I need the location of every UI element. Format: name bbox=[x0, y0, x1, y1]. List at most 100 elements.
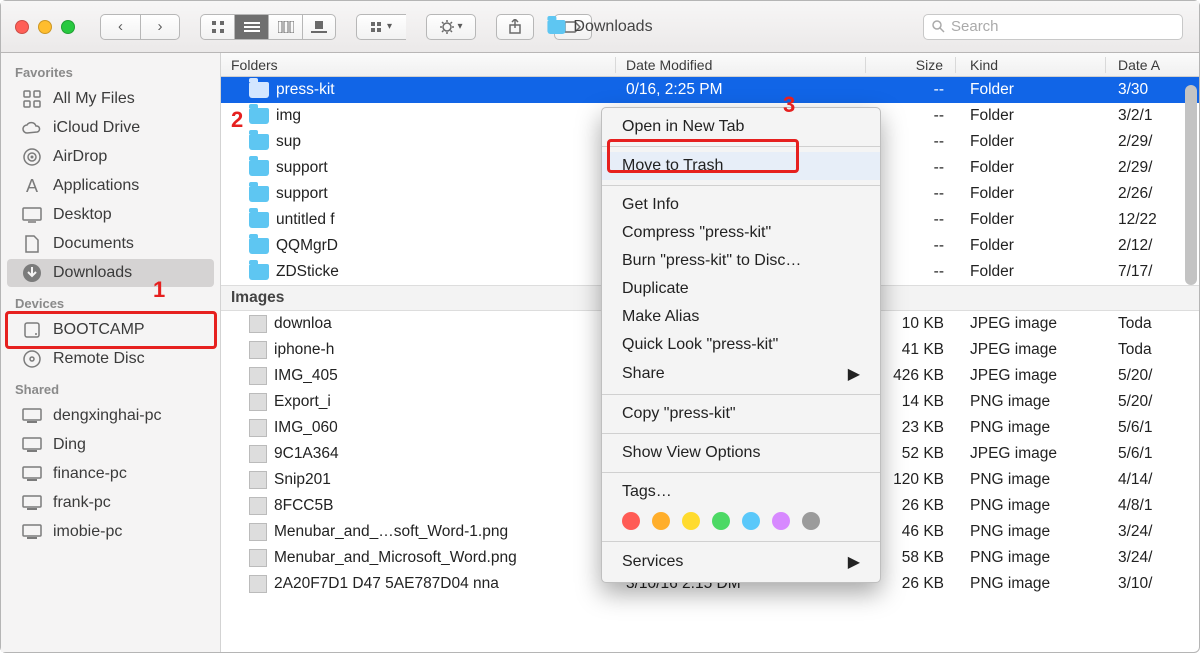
coverflow-view-button[interactable] bbox=[302, 14, 336, 40]
sidebar-item-finance-pc[interactable]: finance-pc bbox=[7, 460, 214, 488]
sidebar-item-label: AirDrop bbox=[53, 148, 107, 166]
file-kind: Folder bbox=[956, 263, 1106, 281]
folder-icon bbox=[249, 108, 269, 124]
sidebar-item-label: Desktop bbox=[53, 206, 112, 224]
file-kind: Folder bbox=[956, 133, 1106, 151]
file-icon bbox=[249, 575, 267, 593]
sidebar-item-ding[interactable]: Ding bbox=[7, 431, 214, 459]
file-kind: JPEG image bbox=[956, 341, 1106, 359]
col-date[interactable]: Date Modified bbox=[616, 57, 866, 73]
search-icon bbox=[932, 20, 945, 33]
file-kind: PNG image bbox=[956, 393, 1106, 411]
file-row[interactable]: press-kit0/16, 2:25 PM--Folder3/30 bbox=[221, 77, 1199, 103]
sidebar-item-bootcamp[interactable]: BOOTCAMP bbox=[7, 316, 214, 344]
file-name: IMG_060 bbox=[274, 419, 338, 437]
context-menu-item[interactable]: Get Info bbox=[602, 191, 880, 219]
window-controls bbox=[15, 20, 75, 34]
share-button[interactable] bbox=[496, 14, 534, 40]
scrollbar-thumb[interactable] bbox=[1185, 85, 1197, 285]
sidebar-item-documents[interactable]: Documents bbox=[7, 230, 214, 258]
sidebar-item-desktop[interactable]: Desktop bbox=[7, 201, 214, 229]
column-headers: Folders Date Modified Size Kind Date A bbox=[221, 53, 1199, 77]
tag-color[interactable] bbox=[712, 512, 730, 530]
search-input[interactable]: Search bbox=[923, 14, 1183, 40]
col-size[interactable]: Size bbox=[866, 57, 956, 73]
column-view-button[interactable] bbox=[268, 14, 302, 40]
download-icon bbox=[21, 263, 43, 283]
sidebar-section-header: Favorites bbox=[1, 57, 220, 84]
file-name: 8FCC5B bbox=[274, 497, 333, 515]
forward-button[interactable]: › bbox=[140, 14, 180, 40]
sidebar-item-frank-pc[interactable]: frank-pc bbox=[7, 489, 214, 517]
sidebar-item-downloads[interactable]: Downloads bbox=[7, 259, 214, 287]
tag-color[interactable] bbox=[622, 512, 640, 530]
context-menu-item[interactable]: Show View Options bbox=[602, 439, 880, 467]
chevron-right-icon: ▶ bbox=[848, 364, 860, 384]
folder-icon bbox=[249, 160, 269, 176]
file-name: 9C1A364 bbox=[274, 445, 339, 463]
sidebar-item-remote-disc[interactable]: Remote Disc bbox=[7, 345, 214, 373]
file-name: ZDSticke bbox=[276, 263, 339, 281]
minimize-icon[interactable] bbox=[38, 20, 52, 34]
close-icon[interactable] bbox=[15, 20, 29, 34]
tag-color[interactable] bbox=[772, 512, 790, 530]
folder-icon bbox=[547, 20, 565, 34]
sidebar-item-all-my-files[interactable]: All My Files bbox=[7, 85, 214, 113]
col-kind[interactable]: Kind bbox=[956, 57, 1106, 73]
sidebar-item-icloud-drive[interactable]: iCloud Drive bbox=[7, 114, 214, 142]
sidebar-item-label: frank-pc bbox=[53, 494, 111, 512]
window-title-text: Downloads bbox=[573, 18, 652, 36]
file-name: img bbox=[276, 107, 301, 125]
tag-color[interactable] bbox=[802, 512, 820, 530]
context-menu-item[interactable]: Open in New Tab bbox=[602, 113, 880, 141]
sidebar-item-airdrop[interactable]: AirDrop bbox=[7, 143, 214, 171]
scrollbar[interactable] bbox=[1185, 85, 1197, 635]
icon-view-button[interactable] bbox=[200, 14, 234, 40]
file-name: sup bbox=[276, 133, 301, 151]
apps-icon: A bbox=[21, 176, 43, 196]
chevron-right-icon: ▶ bbox=[848, 552, 860, 572]
window-title: Downloads bbox=[547, 18, 652, 36]
tag-color[interactable] bbox=[682, 512, 700, 530]
file-list[interactable]: press-kit0/16, 2:25 PM--Folder3/30img/16… bbox=[221, 77, 1199, 652]
context-menu-item[interactable]: Compress "press-kit" bbox=[602, 219, 880, 247]
pc-icon bbox=[21, 493, 43, 513]
tag-color[interactable] bbox=[652, 512, 670, 530]
tag-color[interactable] bbox=[742, 512, 760, 530]
context-menu-item[interactable]: Move to Trash bbox=[602, 152, 880, 180]
context-menu-item[interactable]: Share▶ bbox=[602, 359, 880, 389]
context-menu-item[interactable]: Make Alias bbox=[602, 303, 880, 331]
sidebar: 1 FavoritesAll My FilesiCloud DriveAirDr… bbox=[1, 53, 221, 652]
file-kind: Folder bbox=[956, 159, 1106, 177]
zoom-icon[interactable] bbox=[61, 20, 75, 34]
context-menu-item[interactable]: Copy "press-kit" bbox=[602, 400, 880, 428]
context-menu-item[interactable]: Quick Look "press-kit" bbox=[602, 331, 880, 359]
pc-icon bbox=[21, 522, 43, 542]
col-date-added[interactable]: Date A bbox=[1106, 57, 1199, 73]
arrange-button[interactable]: ▾ bbox=[356, 14, 406, 40]
file-kind: PNG image bbox=[956, 549, 1106, 567]
context-menu-item[interactable]: Burn "press-kit" to Disc… bbox=[602, 247, 880, 275]
file-icon bbox=[249, 315, 267, 333]
folder-icon bbox=[249, 212, 269, 228]
sidebar-item-imobie-pc[interactable]: imobie-pc bbox=[7, 518, 214, 546]
context-menu-item[interactable]: Duplicate bbox=[602, 275, 880, 303]
sidebar-item-dengxinghai-pc[interactable]: dengxinghai-pc bbox=[7, 402, 214, 430]
file-kind: Folder bbox=[956, 185, 1106, 203]
annotation-number-3: 3 bbox=[783, 92, 795, 118]
sidebar-item-label: BOOTCAMP bbox=[53, 321, 145, 339]
sidebar-item-label: All My Files bbox=[53, 90, 135, 108]
list-view-button[interactable] bbox=[234, 14, 268, 40]
col-name[interactable]: Folders bbox=[221, 57, 616, 73]
sidebar-item-applications[interactable]: AApplications bbox=[7, 172, 214, 200]
back-button[interactable]: ‹ bbox=[100, 14, 140, 40]
file-kind: Folder bbox=[956, 237, 1106, 255]
context-menu-item[interactable]: Services▶ bbox=[602, 547, 880, 577]
hdd-icon bbox=[21, 320, 43, 340]
sidebar-item-label: finance-pc bbox=[53, 465, 127, 483]
file-kind: JPEG image bbox=[956, 315, 1106, 333]
disc-icon bbox=[21, 349, 43, 369]
action-button[interactable]: ▾ bbox=[426, 14, 476, 40]
file-kind: Folder bbox=[956, 107, 1106, 125]
sidebar-item-label: Downloads bbox=[53, 264, 132, 282]
